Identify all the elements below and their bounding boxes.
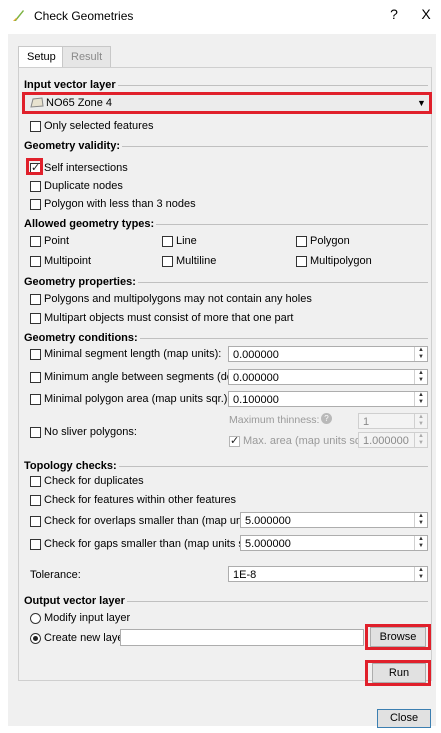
topology-title: Topology checks: — [24, 460, 119, 472]
spin-arrows-icon[interactable]: ▲ ▼ — [414, 567, 427, 581]
only-selected-label: Only selected features — [44, 120, 154, 132]
max-area-checkbox[interactable] — [229, 434, 240, 447]
output-layer-title: Output vector layer — [24, 595, 127, 607]
min-segment-label: Minimal segment length (map units): — [44, 348, 222, 360]
line-label: Line — [176, 235, 197, 247]
no-sliver-label: No sliver polygons: — [44, 426, 137, 438]
create-new-label: Create new layer — [44, 632, 128, 644]
window-title: Check Geometries — [34, 9, 134, 23]
spin-arrows-icon[interactable]: ▲ ▼ — [414, 433, 427, 447]
max-thinness-label: Maximum thinness: — [229, 414, 320, 426]
max-thinness-value: 1 — [363, 416, 370, 428]
tab-result[interactable]: Result — [62, 46, 112, 67]
conditions-title: Geometry conditions: — [24, 332, 140, 344]
create-new-radio[interactable] — [30, 633, 41, 644]
chevron-down-icon[interactable]: ▼ — [417, 98, 426, 108]
min-segment-checkbox[interactable] — [30, 349, 41, 360]
self-intersections-label: Self intersections — [44, 162, 128, 174]
polygon-less-3-nodes-checkbox[interactable] — [30, 199, 41, 210]
max-area-label: Max. area (map units sqr.): — [243, 435, 374, 447]
run-highlight — [365, 660, 431, 686]
max-area-value: 1.000000 — [363, 435, 409, 447]
spin-arrows-icon[interactable]: ▲ ▼ — [414, 392, 427, 406]
only-selected-checkbox[interactable] — [30, 121, 41, 132]
close-window-button[interactable]: X — [416, 6, 436, 22]
multipolygon-checkbox[interactable] — [296, 256, 307, 267]
multipoint-label: Multipoint — [44, 255, 92, 267]
spin-arrows-icon[interactable]: ▲ ▼ — [414, 536, 427, 550]
within-checkbox[interactable] — [30, 495, 41, 506]
spin-arrows-icon[interactable]: ▲ ▼ — [414, 347, 427, 361]
input-layer-title: Input vector layer — [24, 79, 118, 91]
help-icon: ? — [321, 413, 332, 424]
min-angle-label: Minimum angle between segments (deg): — [44, 371, 246, 383]
validity-title: Geometry validity: — [24, 140, 122, 152]
min-area-value: 0.100000 — [233, 394, 279, 406]
duplicate-nodes-label: Duplicate nodes — [44, 180, 123, 192]
properties-title: Geometry properties: — [24, 276, 138, 288]
browse-highlight — [365, 624, 431, 650]
within-label: Check for features within other features — [44, 494, 236, 506]
multipoint-checkbox[interactable] — [30, 256, 41, 267]
max-thinness-input[interactable]: 1 ▲ ▼ — [358, 413, 428, 429]
overlaps-input[interactable]: 5.000000 ▲ ▼ — [240, 512, 428, 528]
multipolygon-label: Multipolygon — [310, 255, 372, 267]
close-button[interactable]: Close — [377, 709, 431, 728]
multipart-label: Multipart objects must consist of more t… — [44, 312, 294, 324]
overlaps-value: 5.000000 — [245, 515, 291, 527]
point-label: Point — [44, 235, 70, 247]
min-segment-value: 0.000000 — [233, 349, 279, 361]
duplicates-checkbox[interactable] — [30, 476, 41, 487]
min-angle-value: 0.000000 — [233, 372, 279, 384]
max-area-input[interactable]: 1.000000 ▲ ▼ — [358, 432, 428, 448]
self-intersections-highlight — [26, 158, 43, 175]
polygon-checkbox[interactable] — [296, 236, 307, 247]
allowed-types-title: Allowed geometry types: — [24, 218, 157, 230]
overlaps-checkbox[interactable] — [30, 516, 41, 527]
no-holes-label: Polygons and multipolygons may not conta… — [44, 293, 312, 305]
gaps-checkbox[interactable] — [30, 539, 41, 550]
tolerance-label: Tolerance: — [30, 569, 81, 581]
duplicate-nodes-checkbox[interactable] — [30, 181, 41, 192]
spin-arrows-icon[interactable]: ▲ ▼ — [414, 414, 427, 428]
no-holes-checkbox[interactable] — [30, 294, 41, 305]
min-segment-input[interactable]: 0.000000 ▲ ▼ — [228, 346, 428, 362]
output-path-input[interactable] — [120, 629, 364, 646]
polygon-less-3-nodes-label: Polygon with less than 3 nodes — [44, 198, 196, 210]
tolerance-value: 1E-8 — [233, 569, 257, 581]
min-angle-input[interactable]: 0.000000 ▲ ▼ — [228, 369, 428, 385]
line-checkbox[interactable] — [162, 236, 173, 247]
duplicates-label: Check for duplicates — [44, 475, 144, 487]
min-area-input[interactable]: 0.100000 ▲ ▼ — [228, 391, 428, 407]
spin-arrows-icon[interactable]: ▲ ▼ — [414, 370, 427, 384]
polygon-layer-icon — [30, 97, 44, 108]
multiline-label: Multiline — [176, 255, 217, 267]
multipart-checkbox[interactable] — [30, 313, 41, 324]
min-area-label: Minimal polygon area (map units sqr.): — [44, 393, 231, 405]
min-area-checkbox[interactable] — [30, 394, 41, 405]
modify-input-radio[interactable] — [30, 613, 41, 624]
no-sliver-checkbox[interactable] — [30, 427, 41, 438]
spin-arrows-icon[interactable]: ▲ ▼ — [414, 513, 427, 527]
multiline-checkbox[interactable] — [162, 256, 173, 267]
gaps-input[interactable]: 5.000000 ▲ ▼ — [240, 535, 428, 551]
help-button[interactable]: ? — [384, 6, 404, 22]
tab-setup[interactable]: Setup — [18, 46, 65, 67]
modify-input-label: Modify input layer — [44, 612, 131, 624]
min-angle-checkbox[interactable] — [30, 372, 41, 383]
polygon-label: Polygon — [310, 235, 350, 247]
gaps-value: 5.000000 — [245, 538, 291, 550]
tolerance-input[interactable]: 1E-8 ▲ ▼ — [228, 566, 428, 582]
input-layer-value: NO65 Zone 4 — [46, 97, 113, 109]
point-checkbox[interactable] — [30, 236, 41, 247]
qgis-app-icon — [12, 8, 26, 22]
gaps-label: Check for gaps smaller than (map units s… — [44, 538, 263, 550]
